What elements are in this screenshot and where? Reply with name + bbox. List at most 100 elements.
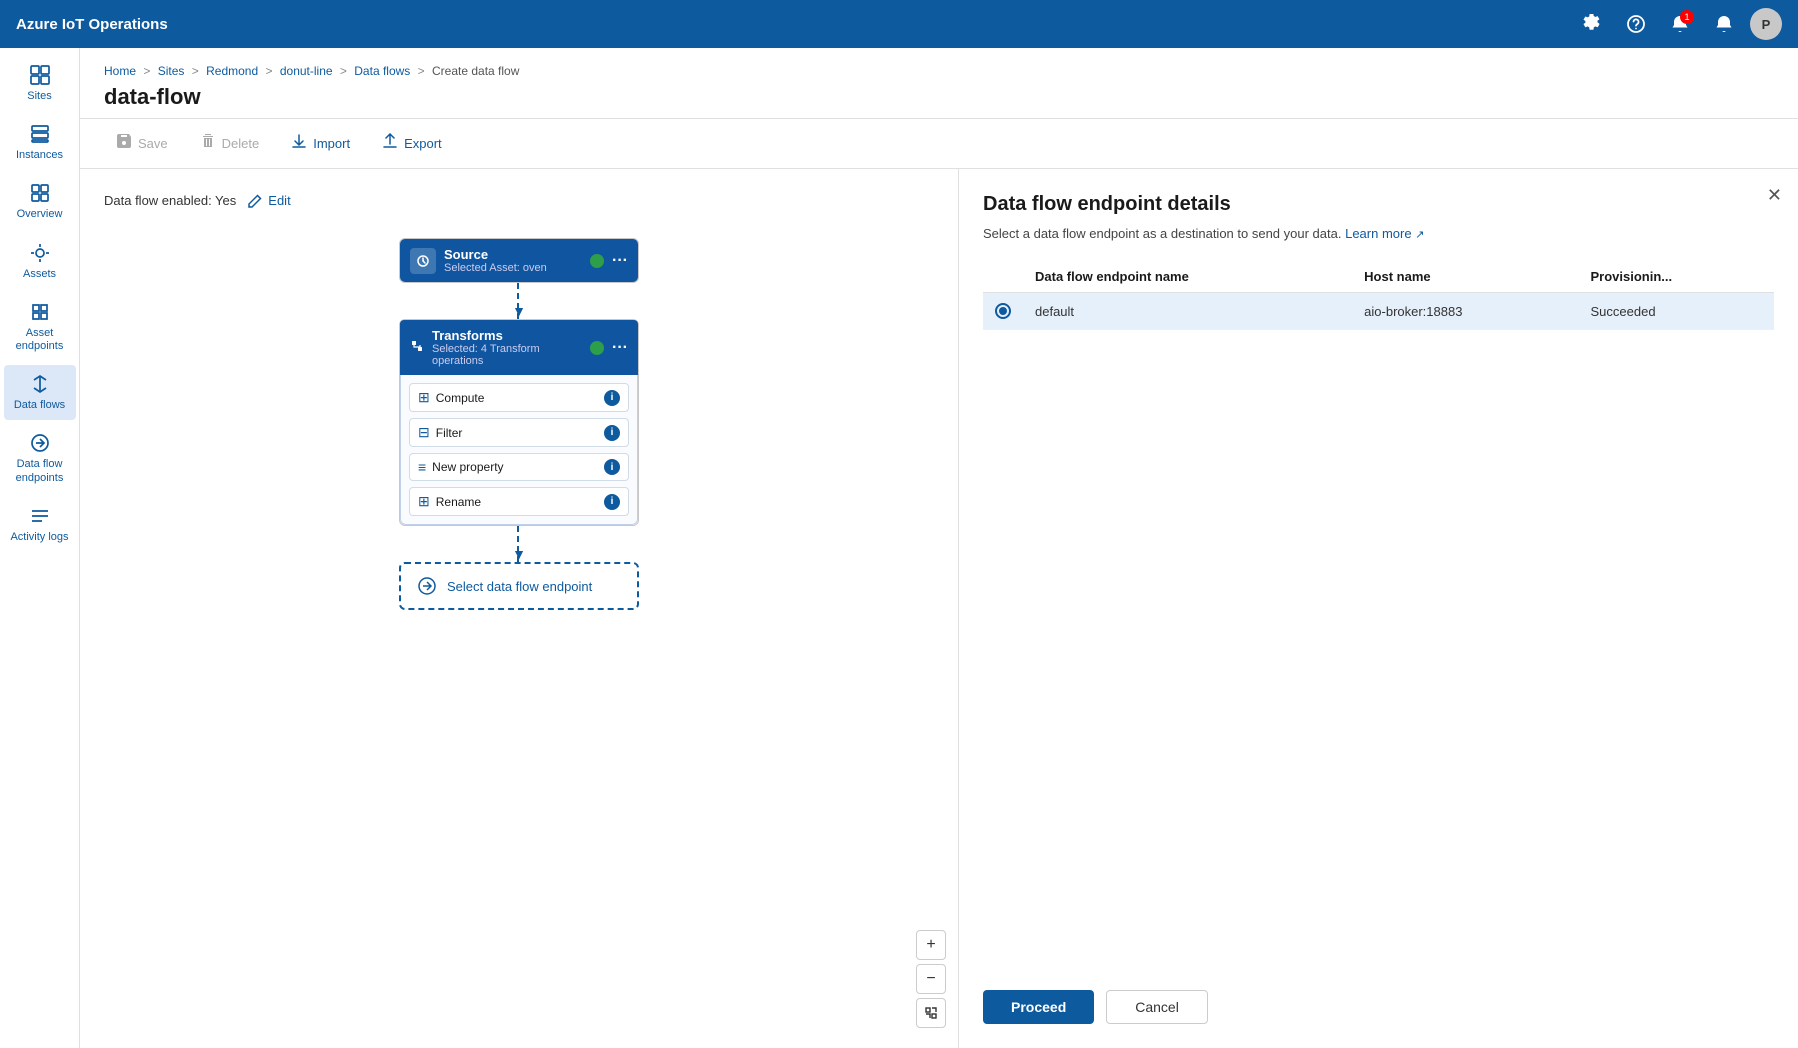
compute-info-button[interactable]: i (604, 390, 620, 406)
transforms-more-button[interactable]: ··· (612, 339, 628, 357)
delete-button[interactable]: Delete (188, 127, 272, 160)
help-icon (1626, 14, 1646, 34)
sidebar-item-data-flow-endpoints[interactable]: Data flow endpoints (4, 424, 76, 492)
breadcrumb-donut-line[interactable]: donut-line (280, 64, 333, 78)
sidebar-item-data-flows[interactable]: Data flows (4, 365, 76, 420)
compute-icon: ⊞ (418, 389, 430, 406)
alert-button[interactable] (1706, 6, 1742, 42)
notification-button[interactable]: 1 (1662, 6, 1698, 42)
rename-label: Rename (436, 495, 598, 509)
export-button[interactable]: Export (370, 127, 454, 160)
source-node[interactable]: Source Selected Asset: oven ··· (399, 238, 639, 283)
col-name: Data flow endpoint name (1023, 261, 1352, 293)
external-link-icon: ↗ (1415, 229, 1424, 241)
cancel-button[interactable]: Cancel (1106, 990, 1208, 1024)
main-content: Home > Sites > Redmond > donut-line > Da… (80, 48, 1798, 1048)
canvas-area: Data flow enabled: Yes Edit (80, 169, 1798, 1048)
table-row[interactable]: default aio-broker:18883 Succeeded (983, 293, 1774, 330)
transform-rename[interactable]: ⊞ Rename i (409, 487, 629, 516)
export-label: Export (404, 136, 442, 151)
col-host: Host name (1352, 261, 1578, 293)
table-header: Data flow endpoint name Host name Provis… (983, 261, 1774, 293)
transforms-node-icon (410, 339, 424, 356)
import-icon (291, 133, 307, 154)
breadcrumb-sites[interactable]: Sites (158, 64, 185, 78)
activity-logs-icon (29, 505, 51, 527)
flow-enabled-bar: Data flow enabled: Yes Edit (104, 193, 934, 208)
new-property-label: New property (432, 460, 598, 474)
zoom-reset-icon (924, 1006, 938, 1020)
instances-icon (29, 123, 51, 145)
edit-button[interactable]: Edit (248, 193, 290, 208)
transform-compute[interactable]: ⊞ Compute i (409, 383, 629, 412)
breadcrumb-data-flows[interactable]: Data flows (354, 64, 410, 78)
alert-icon (1714, 14, 1734, 34)
sites-label: Sites (27, 90, 51, 103)
edit-icon (248, 194, 262, 208)
save-button[interactable]: Save (104, 127, 180, 160)
source-more-button[interactable]: ··· (612, 252, 628, 270)
save-label: Save (138, 136, 168, 151)
sidebar-item-overview[interactable]: Overview (4, 174, 76, 229)
new-property-info-button[interactable]: i (604, 459, 620, 475)
sidebar-item-activity-logs[interactable]: Activity logs (4, 497, 76, 552)
transforms-title: Transforms (432, 328, 582, 343)
zoom-out-button[interactable]: − (916, 964, 946, 994)
assets-icon (29, 242, 51, 264)
data-flows-icon (29, 373, 51, 395)
asset-endpoints-label: Asset endpoints (8, 327, 72, 353)
breadcrumb-home[interactable]: Home (104, 64, 136, 78)
zoom-controls: + − (916, 930, 946, 1028)
data-flows-label: Data flows (14, 399, 65, 412)
learn-more-link[interactable]: Learn more (1345, 226, 1411, 241)
panel-footer: Proceed Cancel (983, 970, 1774, 1024)
flow-container: Source Selected Asset: oven ··· ▼ (104, 228, 934, 610)
transform-new-property[interactable]: ≡ New property i (409, 453, 629, 481)
transforms-status-icon (590, 341, 604, 355)
select-endpoint-icon (417, 576, 437, 596)
transform-filter[interactable]: ⊟ Filter i (409, 418, 629, 447)
notification-badge: 1 (1680, 10, 1694, 24)
filter-label: Filter (436, 426, 598, 440)
sidebar-item-assets[interactable]: Assets (4, 234, 76, 289)
proceed-button[interactable]: Proceed (983, 990, 1094, 1024)
select-endpoint-node[interactable]: Select data flow endpoint (399, 562, 639, 610)
sidebar-item-instances[interactable]: Instances (4, 115, 76, 170)
sidebar-item-sites[interactable]: Sites (4, 56, 76, 111)
export-icon (382, 133, 398, 154)
page-title: data-flow (104, 84, 1774, 110)
sidebar: Sites Instances Overview Assets Asset en… (0, 48, 80, 1048)
radio-button[interactable] (995, 303, 1011, 319)
main-layout: Sites Instances Overview Assets Asset en… (0, 48, 1798, 1048)
import-button[interactable]: Import (279, 127, 362, 160)
new-property-icon: ≡ (418, 459, 426, 475)
transforms-node[interactable]: Transforms Selected: 4 Transform operati… (399, 319, 639, 526)
source-title: Source (444, 247, 582, 262)
breadcrumb-redmond[interactable]: Redmond (206, 64, 258, 78)
row-status: Succeeded (1579, 293, 1775, 330)
panel-close-button[interactable]: ✕ (1767, 185, 1782, 206)
panel-description: Select a data flow endpoint as a destina… (983, 226, 1774, 241)
rename-info-button[interactable]: i (604, 494, 620, 510)
breadcrumb-current: Create data flow (432, 64, 519, 78)
breadcrumb: Home > Sites > Redmond > donut-line > Da… (104, 64, 1774, 78)
asset-endpoints-icon (29, 301, 51, 323)
edit-label: Edit (268, 193, 290, 208)
source-status-icon (590, 254, 604, 268)
overview-icon (29, 182, 51, 204)
rename-icon: ⊞ (418, 493, 430, 510)
zoom-reset-button[interactable] (916, 998, 946, 1028)
panel-title: Data flow endpoint details (983, 193, 1774, 216)
sidebar-item-asset-endpoints[interactable]: Asset endpoints (4, 293, 76, 361)
content-header: Home > Sites > Redmond > donut-line > Da… (80, 48, 1798, 119)
data-flow-endpoints-label: Data flow endpoints (8, 458, 72, 484)
row-radio-cell[interactable] (983, 293, 1023, 330)
filter-info-button[interactable]: i (604, 425, 620, 441)
compute-label: Compute (436, 391, 598, 405)
assets-label: Assets (23, 268, 56, 281)
zoom-in-button[interactable]: + (916, 930, 946, 960)
settings-button[interactable] (1574, 6, 1610, 42)
user-avatar[interactable]: P (1750, 8, 1782, 40)
help-button[interactable] (1618, 6, 1654, 42)
col-radio (983, 261, 1023, 293)
